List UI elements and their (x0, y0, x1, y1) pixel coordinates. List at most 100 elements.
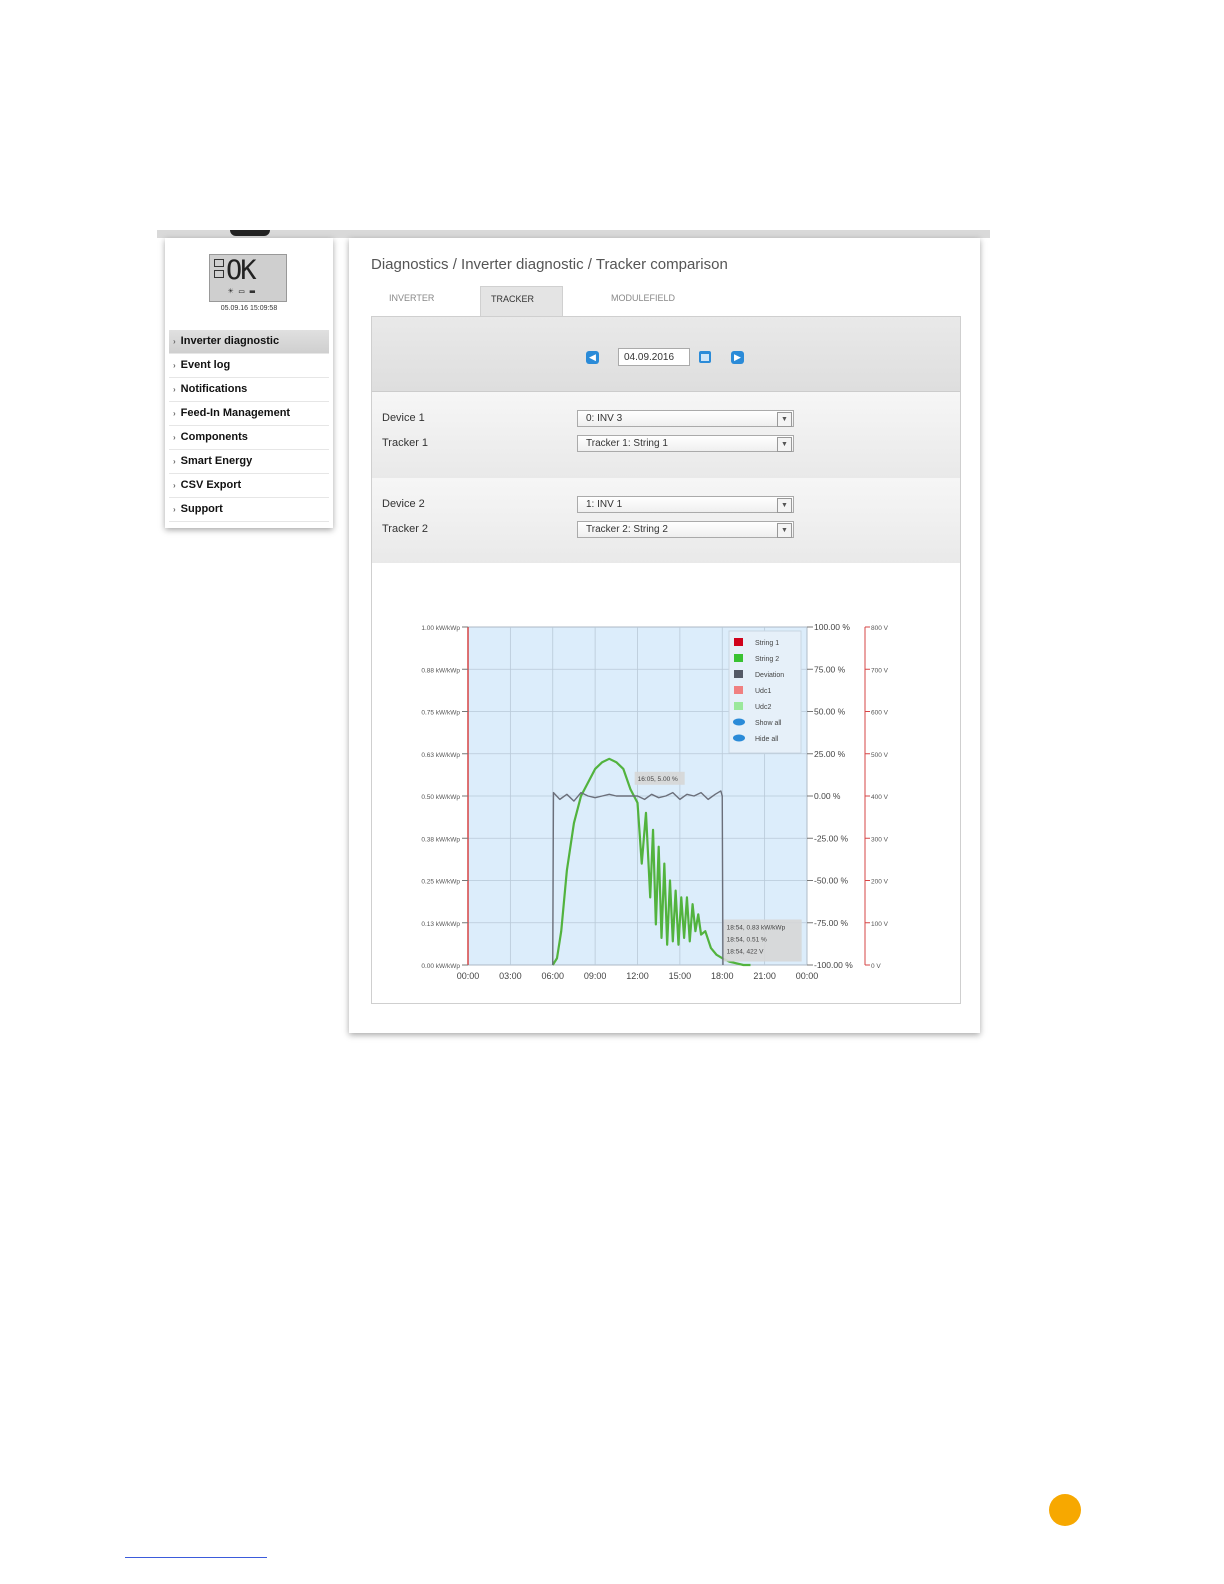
x-tick-label: 15:00 (669, 971, 692, 981)
tracker1-label: Tracker 1 (382, 437, 429, 449)
chevron-down-icon: ▼ (777, 412, 792, 427)
y-percent-tick-label: -75.00 % (814, 918, 848, 928)
tracker-comparison-chart[interactable]: 0.00 kW/kWp 0.13 kW/kWp 0.25 kW/kWp 0.38 kW… (372, 563, 960, 1003)
legend-swatch (734, 686, 743, 694)
tracker1-select-value: Tracker 1: String 1 (586, 438, 668, 449)
y-percent-tick-label: 50.00 % (814, 707, 846, 717)
y-percent-tick-label: 75.00 % (814, 664, 846, 674)
y-voltage-tick-label: 100 V (871, 921, 889, 928)
tab-content: ◀ 04.09.2016 ▶ Device 1 0: INV 3 ▼ Track… (371, 316, 961, 1004)
sidebar-item-label: Feed-In Management (180, 407, 291, 419)
sidebar-item-notifications[interactable]: › Notifications (169, 378, 329, 402)
y-voltage-tick-label: 600 V (871, 710, 889, 717)
tracker2-select-value: Tracker 2: String 2 (586, 524, 668, 535)
previous-day-button[interactable]: ◀ (586, 351, 599, 364)
y-voltage-tick-label: 0 V (871, 963, 881, 970)
legend-item-label: Udc2 (755, 704, 771, 711)
legend-item-label: Udc1 (755, 688, 771, 695)
y-percent-tick-label: 100.00 % (814, 622, 850, 632)
legend-item-label: String 1 (755, 640, 779, 647)
device1-label: Device 1 (382, 412, 425, 424)
footer-rule (125, 1557, 267, 1558)
tooltip-top-text: 16:05, 5.00 % (638, 776, 678, 783)
date-selector: ◀ 04.09.2016 ▶ (372, 317, 960, 392)
chevron-right-icon: › (173, 385, 176, 394)
next-day-button[interactable]: ▶ (731, 351, 744, 364)
status-display-text: OK (226, 255, 256, 286)
y-voltage-tick-label: 500 V (871, 752, 889, 759)
device2-label: Device 2 (382, 498, 425, 510)
date-input[interactable]: 04.09.2016 (618, 348, 690, 366)
tracker2-select[interactable]: Tracker 2: String 2 ▼ (577, 521, 794, 538)
tooltip-bottom-line: 18:54, 422 V (727, 949, 765, 956)
y-left-tick-label: 0.00 kW/kWp (421, 963, 460, 970)
tab-tracker-comparison[interactable]: TRACKER COMPARISON (480, 286, 563, 328)
y-left-tick-label: 0.88 kW/kWp (421, 667, 460, 674)
main-panel: Diagnostics / Inverter diagnostic / Trac… (349, 238, 980, 1033)
sidebar-menu: › Inverter diagnostic › Event log › Notific… (169, 330, 329, 522)
legend-item-label: Deviation (755, 672, 784, 679)
device2-select-value: 1: INV 1 (586, 499, 623, 510)
y-left-tick-label: 0.50 kW/kWp (421, 794, 460, 801)
tracker2-label: Tracker 2 (382, 523, 429, 535)
status-timestamp: 05.09.16 15:09:58 (220, 305, 278, 312)
y-left-tick-label: 0.63 kW/kWp (421, 752, 460, 759)
display-icons (214, 259, 224, 281)
y-voltage-tick-label: 700 V (871, 667, 889, 674)
y-left-tick-label: 0.38 kW/kWp (421, 836, 460, 843)
chevron-right-icon: › (173, 457, 176, 466)
legend-swatch (734, 670, 743, 678)
sidebar-item-label: Components (180, 431, 248, 443)
tracker1-select[interactable]: Tracker 1: String 1 ▼ (577, 435, 794, 452)
sidebar: OK ☀ ▭ ▬ 05.09.16 15:09:58 › Inverter dia… (165, 238, 333, 528)
tab-modulefield-comparison[interactable]: MODULEFIELD COMPARISON (611, 286, 675, 327)
device1-select-value: 0: INV 3 (586, 413, 623, 424)
y-voltage-tick-label: 300 V (871, 836, 889, 843)
chevron-right-icon: › (173, 409, 176, 418)
status-display: OK ☀ ▭ ▬ (209, 254, 287, 302)
x-tick-label: 00:00 (457, 971, 480, 981)
chevron-right-icon: › (173, 337, 176, 346)
sidebar-item-label: CSV Export (180, 479, 242, 491)
browser-top-bar (157, 230, 990, 238)
chevron-right-icon: › (173, 505, 176, 514)
y-voltage-tick-label: 400 V (871, 794, 889, 801)
legend-item-label: Hide all (755, 736, 779, 743)
sidebar-item-event-log[interactable]: › Event log (169, 354, 329, 378)
sidebar-item-feed-in-management[interactable]: › Feed-In Management (169, 402, 329, 426)
x-tick-label: 21:00 (753, 971, 776, 981)
tab-inverter-details[interactable]: INVERTER DETAILS (389, 286, 434, 327)
sidebar-item-smart-energy[interactable]: › Smart Energy (169, 450, 329, 474)
sidebar-item-label: Inverter diagnostic (180, 335, 280, 347)
sidebar-item-label: Support (180, 503, 223, 515)
y-left-tick-label: 0.75 kW/kWp (421, 710, 460, 717)
device2-select[interactable]: 1: INV 1 ▼ (577, 496, 794, 513)
y-left-tick-label: 0.25 kW/kWp (421, 879, 460, 886)
tooltip-bottom-line: 18:54, 0.51 % (727, 937, 767, 944)
chevron-down-icon: ▼ (777, 498, 792, 513)
sidebar-item-label: Event log (180, 359, 231, 371)
y-voltage-tick-label: 200 V (871, 879, 889, 886)
show-all-eye-icon (733, 718, 745, 726)
x-tick-label: 09:00 (584, 971, 607, 981)
x-tick-label: 06:00 (541, 971, 564, 981)
status-display-symbols: ☀ ▭ ▬ (228, 287, 256, 297)
hide-all-eye-icon (733, 734, 745, 742)
tooltip-bottom-line: 18:54, 0.83 kW/kWp (727, 925, 786, 932)
y-percent-tick-label: -50.00 % (814, 876, 848, 886)
sidebar-item-support[interactable]: › Support (169, 498, 329, 522)
chevron-right-icon: › (173, 361, 176, 370)
sidebar-item-label: Smart Energy (180, 455, 253, 467)
sidebar-item-csv-export[interactable]: › CSV Export (169, 474, 329, 498)
device1-select[interactable]: 0: INV 3 ▼ (577, 410, 794, 427)
sidebar-item-inverter-diagnostic[interactable]: › Inverter diagnostic (169, 330, 329, 354)
chevron-right-icon: › (173, 433, 176, 442)
x-tick-label: 00:00 (796, 971, 819, 981)
legend-swatch (734, 654, 743, 662)
legend-item-label: String 2 (755, 656, 779, 663)
device1-section: Device 1 0: INV 3 ▼ Tracker 1 Tracker 1:… (372, 392, 960, 479)
calendar-icon[interactable] (699, 351, 711, 363)
top-bar-shadow (230, 230, 270, 236)
sidebar-item-components[interactable]: › Components (169, 426, 329, 450)
chart-area: 0.00 kW/kWp 0.13 kW/kWp 0.25 kW/kWp 0.38 kW… (372, 563, 960, 1003)
